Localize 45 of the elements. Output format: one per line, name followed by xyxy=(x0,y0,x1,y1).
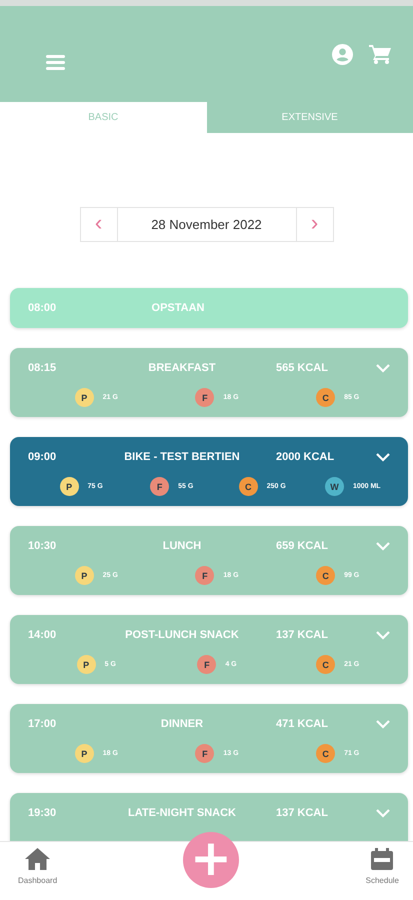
cart-icon[interactable] xyxy=(369,44,391,64)
home-icon[interactable] xyxy=(25,848,50,870)
entry-title: LUNCH xyxy=(162,540,202,552)
nav-label[interactable]: Dashboard xyxy=(18,876,58,885)
macro-badge: W xyxy=(324,477,344,496)
entry-title: POST-LUNCH SNACK xyxy=(125,629,239,641)
macro-badge: F xyxy=(195,388,214,407)
entry-time: 17:00 xyxy=(28,718,58,730)
calendar-icon[interactable] xyxy=(371,848,394,870)
macro-badge: P xyxy=(76,655,96,674)
macro-badge: F xyxy=(150,477,170,496)
chevron-down-icon[interactable] xyxy=(376,452,390,462)
menu-icon[interactable] xyxy=(46,54,65,70)
entry-time: 08:00 xyxy=(28,302,58,314)
calories-label: 137 KCAL xyxy=(276,629,329,641)
entry-title: DINNER xyxy=(160,718,204,730)
nav-label[interactable]: Schedule xyxy=(366,876,399,885)
macro-badge: C xyxy=(316,744,336,763)
macro-badge: P xyxy=(74,388,94,407)
entry-time: 19:30 xyxy=(28,807,58,819)
entry-title: OPSTAAN xyxy=(152,302,204,314)
macro-badge: P xyxy=(60,477,79,496)
macro-badge: C xyxy=(316,388,336,407)
macro-badge: C xyxy=(316,655,336,674)
macro-badge: C xyxy=(238,477,258,496)
calories-label: 471 KCAL xyxy=(276,718,329,730)
calories-label: 137 KCAL xyxy=(276,807,329,819)
calories-label: 659 KCAL xyxy=(276,540,329,552)
entry-time: 09:00 xyxy=(28,451,58,463)
macro-badge: F xyxy=(195,566,214,585)
macro-badge: P xyxy=(74,744,94,763)
calories-label: 565 KCAL xyxy=(276,362,329,374)
macro-badge: F xyxy=(195,744,214,763)
entry-title: BIKE - TEST BERTIEN xyxy=(124,451,240,463)
entry-title: LATE-NIGHT SNACK xyxy=(128,807,236,819)
entry-title: BREAKFAST xyxy=(148,362,216,374)
macro-badge: C xyxy=(316,566,336,585)
macro-badge: P xyxy=(74,566,94,585)
entry-time: 10:30 xyxy=(28,540,58,552)
entry-time: 14:00 xyxy=(28,629,58,641)
account-icon[interactable] xyxy=(332,44,353,64)
macro-badge: F xyxy=(197,655,216,674)
add-button[interactable]: + xyxy=(183,832,239,888)
calories-label: 2000 KCAL xyxy=(276,451,336,463)
entry-time: 08:15 xyxy=(28,362,58,374)
